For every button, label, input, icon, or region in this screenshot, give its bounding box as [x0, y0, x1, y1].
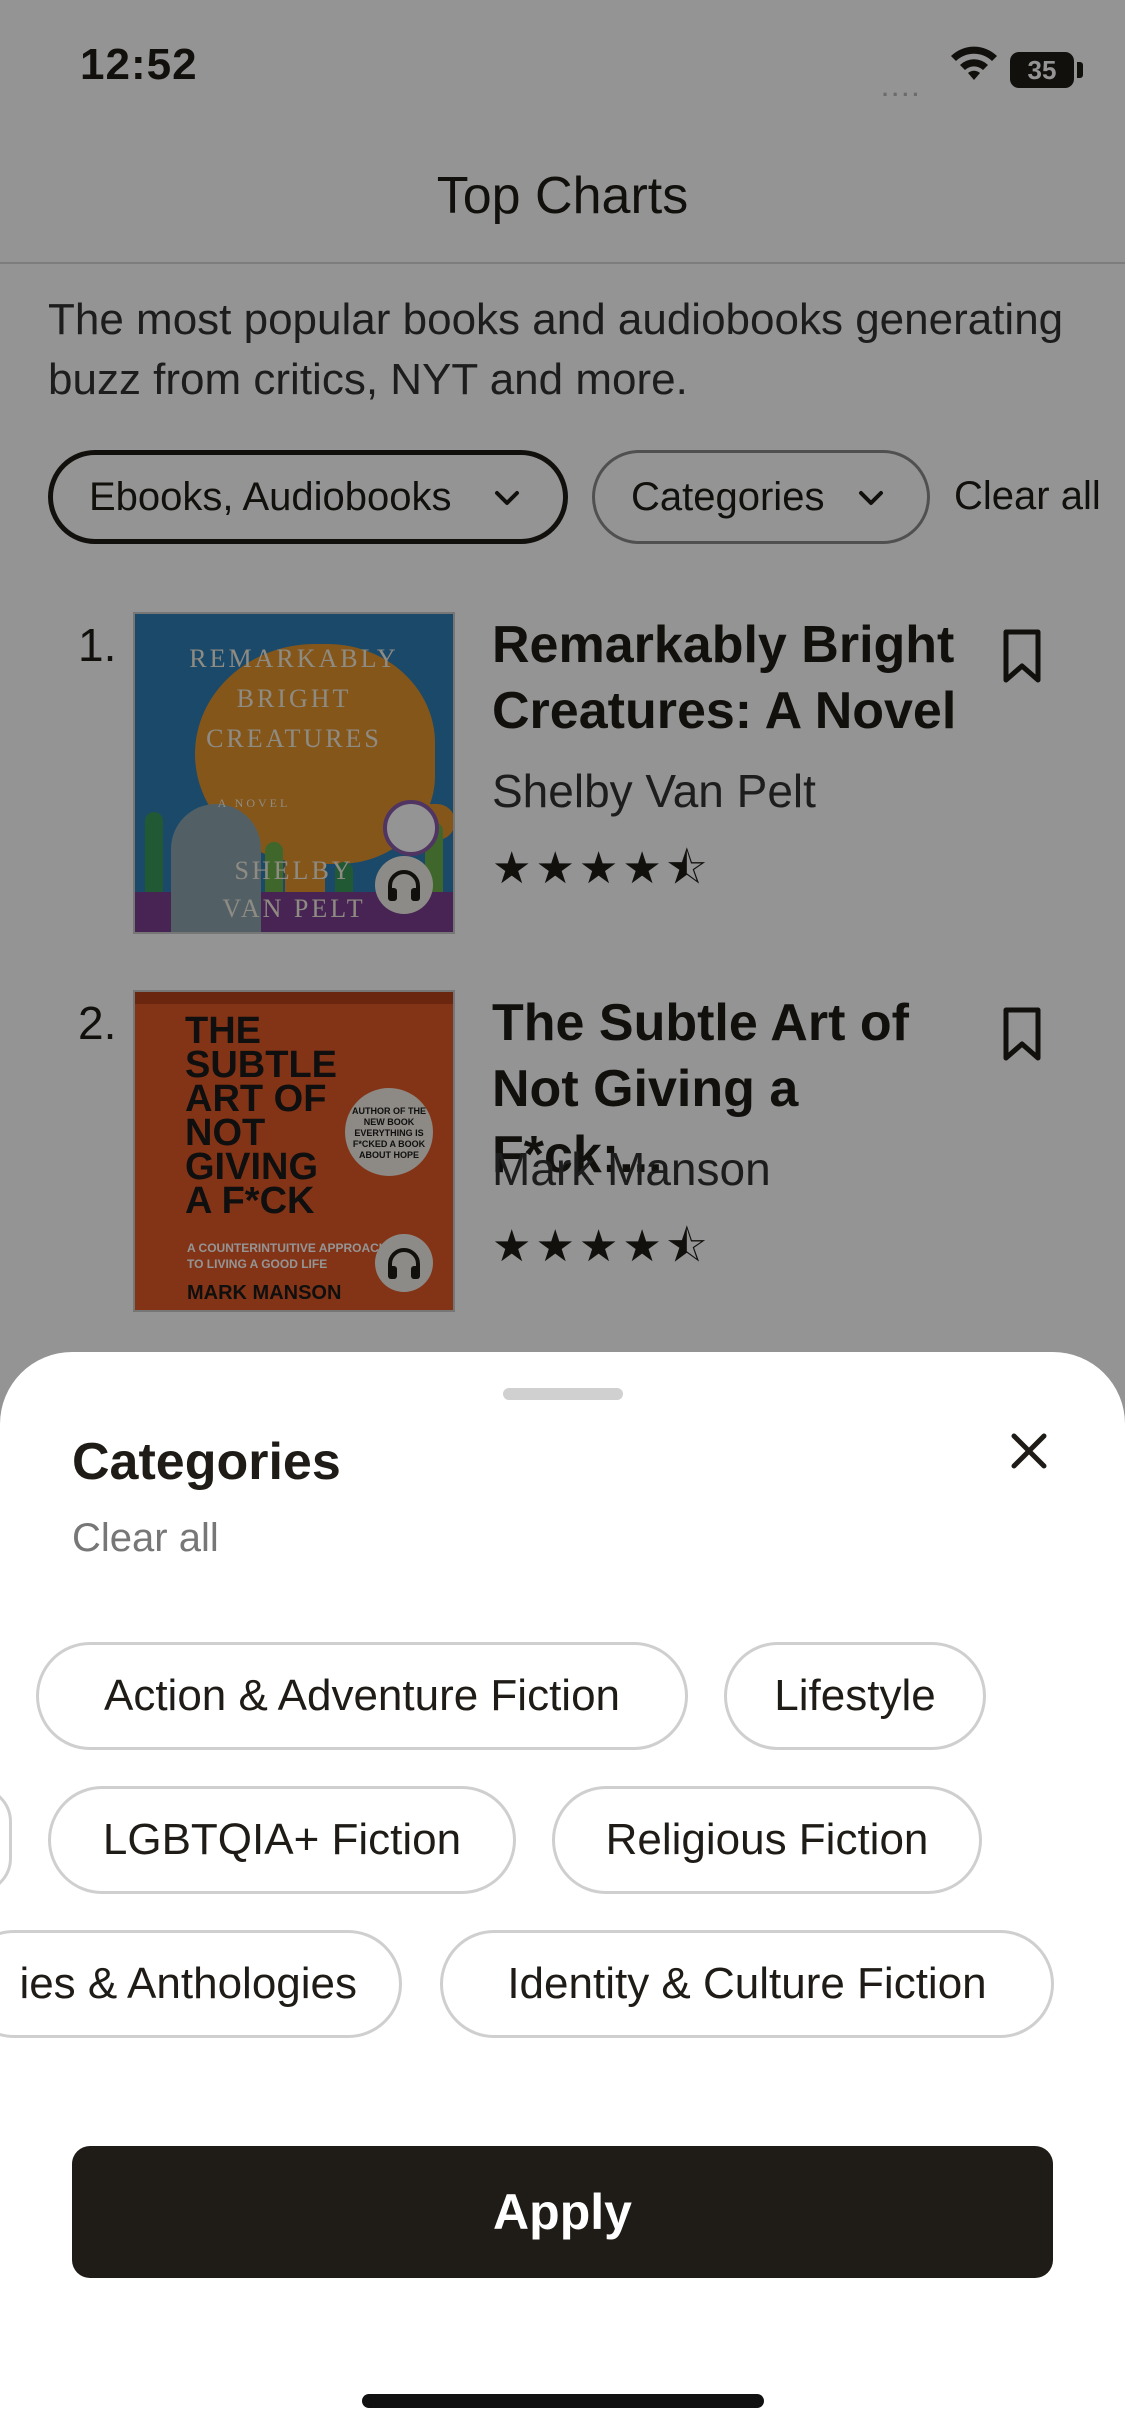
- close-icon[interactable]: [1004, 1426, 1054, 1476]
- sheet-clear-all-link[interactable]: Clear all: [72, 1516, 219, 1561]
- top-charts-screen: 12:52 .... 35 Top Charts The most popula…: [0, 0, 1125, 2436]
- category-chip[interactable]: Religious Fiction: [552, 1786, 982, 1894]
- categories-bottom-sheet: Categories Clear all Action & Adventure …: [0, 1352, 1125, 2436]
- category-chip[interactable]: Action & Adventure Fiction: [36, 1642, 688, 1750]
- category-chip[interactable]: ies & Anthologies: [0, 1930, 402, 2038]
- category-chip[interactable]: Lifestyle: [724, 1642, 986, 1750]
- sheet-grabber[interactable]: [503, 1388, 623, 1400]
- category-chip[interactable]: Identity & Culture Fiction: [440, 1930, 1054, 2038]
- category-chip-partial[interactable]: [0, 1786, 12, 1894]
- apply-button[interactable]: Apply: [72, 2146, 1053, 2278]
- home-indicator: [362, 2394, 764, 2408]
- category-chip[interactable]: LGBTQIA+ Fiction: [48, 1786, 516, 1894]
- sheet-title: Categories: [72, 1433, 341, 1491]
